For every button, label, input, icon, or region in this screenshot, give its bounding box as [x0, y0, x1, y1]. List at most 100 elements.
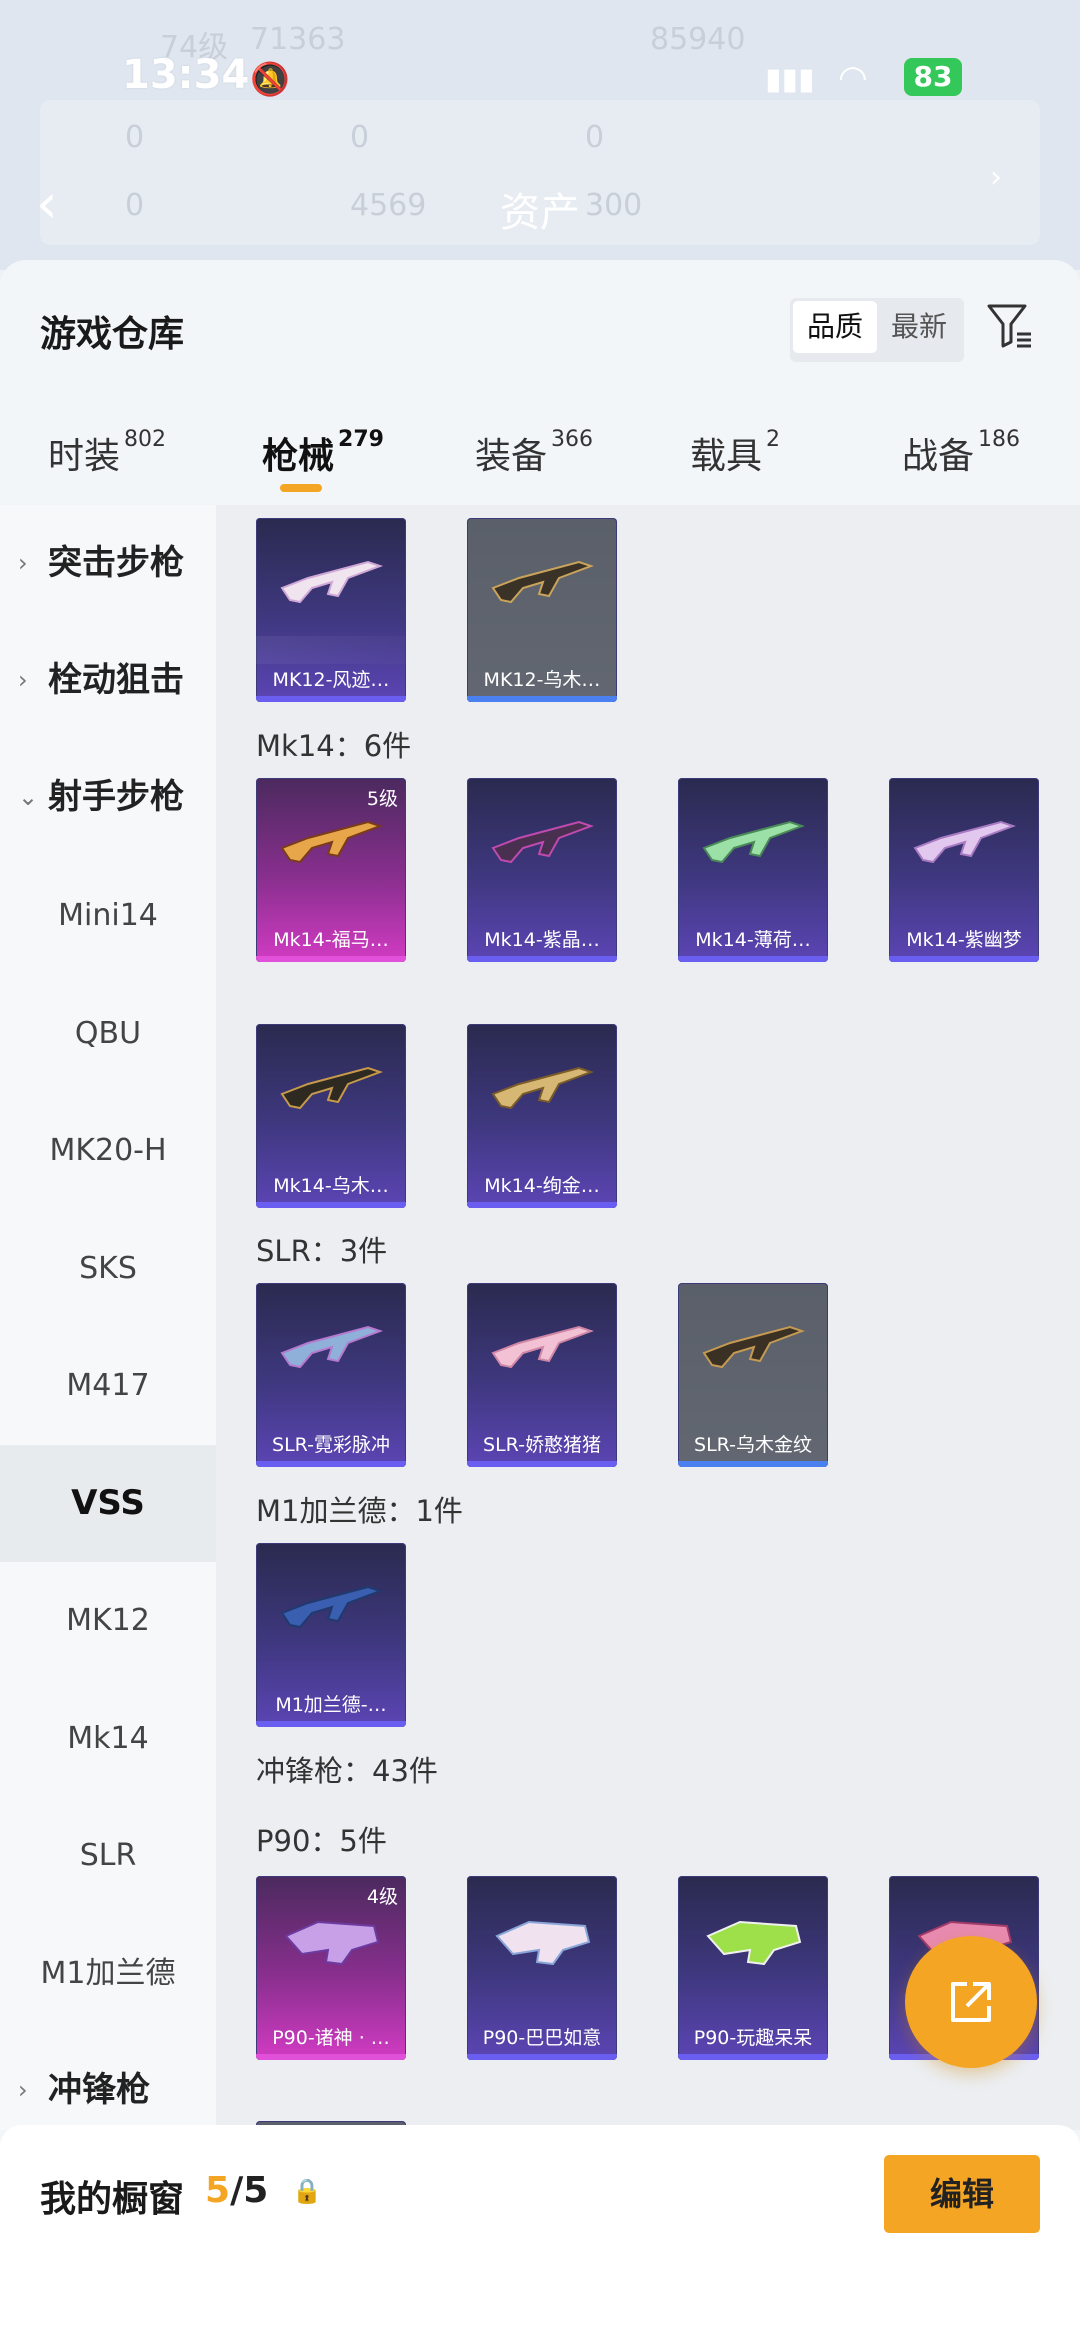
- sidebar-item-m417[interactable]: M417: [0, 1327, 216, 1444]
- weapon-card[interactable]: MK12-乌木…: [467, 518, 617, 702]
- weapon-card[interactable]: Mk14-紫幽梦: [889, 778, 1039, 962]
- group-title-slr: SLR：3件: [256, 1234, 388, 1268]
- showcase-count-total: /5: [230, 2170, 269, 2211]
- showcase-count: 5/5: [205, 2170, 268, 2211]
- weapon-card[interactable]: P90-巴巴如意: [467, 1876, 617, 2060]
- showcase-count-current: 5: [205, 2170, 231, 2211]
- quality-bar: [256, 696, 406, 702]
- weapon-name: MK12-乌木…: [483, 669, 601, 691]
- quality-bar: [256, 2054, 406, 2060]
- tab-vehicles[interactable]: 载具 2: [690, 427, 780, 479]
- sort-newest[interactable]: 最新: [877, 301, 961, 353]
- rifle-icon: [702, 1325, 805, 1369]
- sidebar-item-mk20h[interactable]: MK20-H: [0, 1092, 216, 1209]
- chevron-right-icon: ›: [990, 160, 1002, 195]
- showcase-title: 我的橱窗: [40, 2179, 185, 2220]
- weapon-name: P90-诸神 · …: [272, 2027, 390, 2049]
- bg-n5: 4569: [350, 188, 427, 223]
- level-badge: 5级: [366, 788, 398, 810]
- sidebar-item-assault-rifle[interactable]: › 突击步枪: [0, 505, 216, 622]
- bg-page-title: 资产: [500, 190, 580, 236]
- weapon-card[interactable]: SLR-娇憨猪猪: [467, 1283, 617, 1467]
- quality-bar: [678, 956, 828, 962]
- sidebar-item-sks[interactable]: SKS: [0, 1210, 216, 1327]
- tab-fashion[interactable]: 时装 802: [48, 427, 166, 479]
- weapon-name: Mk14-紫幽梦: [906, 929, 1022, 951]
- rifle-icon: [491, 820, 594, 864]
- group-title-p90: P90：5件: [256, 1824, 387, 1858]
- rifle-icon: [491, 1066, 594, 1110]
- sidebar-item-bolt-sniper[interactable]: › 栓动狙击: [0, 622, 216, 739]
- weapon-sidebar: › 突击步枪 › 栓动狙击 ⌄ 射手步枪 Mini14 QBU MK20-H SKS …: [0, 505, 216, 2130]
- weapon-name: Mk14-绚金…: [484, 1175, 600, 1197]
- weapon-card[interactable]: Mk14-紫晶…: [467, 778, 617, 962]
- weapon-name: P90-巴巴如意: [482, 2027, 602, 2049]
- rifle-icon: [491, 1325, 594, 1369]
- status-bar: 13:34 🔕 ▮▮▮ ◠ 83: [0, 48, 1080, 108]
- weapon-card[interactable]: 5级 Mk14-福马…: [256, 778, 406, 962]
- showcase-footer: 我的橱窗 5/5 🔒 编辑: [0, 2125, 1080, 2347]
- back-chevron-icon[interactable]: ‹: [36, 172, 58, 235]
- rifle-icon: [280, 1585, 383, 1629]
- rifle-icon: [702, 820, 805, 864]
- sort-toggle: 品质 最新: [790, 298, 964, 362]
- weapon-grid: MK12-风迹… MK12-乌木… Mk14：6件 5级 Mk14-福马… Mk…: [216, 505, 1080, 2141]
- tab-equipment[interactable]: 装备 366: [475, 427, 593, 479]
- status-time: 13:34: [122, 52, 250, 98]
- chevron-right-icon: ›: [18, 549, 28, 577]
- weapon-card[interactable]: MK12-风迹…: [256, 518, 406, 702]
- weapon-name: M1加兰德-…: [275, 1694, 387, 1716]
- category-tabs: 时装 802 枪械 279 装备 366 载具 2 战备 186: [0, 405, 1080, 495]
- weapon-card[interactable]: Mk14-乌木…: [256, 1024, 406, 1208]
- weapon-card[interactable]: M1加兰德-…: [256, 1543, 406, 1727]
- quality-bar: [256, 1721, 406, 1727]
- smg-icon: [706, 1920, 802, 1966]
- sidebar-item-mini14[interactable]: Mini14: [0, 857, 216, 974]
- weapon-name: SLR-霓彩脉冲: [272, 1434, 390, 1456]
- sidebar-item-dmr[interactable]: ⌄ 射手步枪: [0, 739, 216, 856]
- weapon-card[interactable]: Mk14-薄荷…: [678, 778, 828, 962]
- quality-bar: [889, 956, 1039, 962]
- weapon-card[interactable]: SLR-霓彩脉冲: [256, 1283, 406, 1467]
- edit-button[interactable]: 编辑: [884, 2155, 1040, 2233]
- quality-bar: [678, 2054, 828, 2060]
- rifle-icon: [280, 820, 383, 864]
- tab-guns[interactable]: 枪械 279: [262, 427, 384, 479]
- bg-n2: 0: [350, 120, 370, 155]
- share-external-icon: [951, 1982, 991, 2022]
- sidebar-item-vss[interactable]: VSS: [0, 1445, 216, 1562]
- lock-icon: 🔒: [292, 2177, 322, 2205]
- chevron-down-icon: ⌄: [18, 783, 39, 811]
- panel-title: 游戏仓库: [40, 314, 185, 355]
- group-title-mk14: Mk14：6件: [256, 729, 412, 763]
- share-button[interactable]: [905, 1936, 1037, 2068]
- chevron-right-icon: ›: [18, 666, 28, 694]
- weapon-name: Mk14-乌木…: [273, 1175, 389, 1197]
- quality-bar: [467, 2054, 617, 2060]
- rifle-icon: [913, 820, 1016, 864]
- bg-n6: 300: [585, 188, 643, 223]
- sidebar-item-m1-garand[interactable]: M1加兰德: [0, 1915, 216, 2032]
- weapon-card[interactable]: 4级 P90-诸神 · …: [256, 1876, 406, 2060]
- sidebar-item-mk12[interactable]: MK12: [0, 1562, 216, 1679]
- battery-indicator: 83: [904, 58, 962, 96]
- weapon-name: SLR-乌木金纹: [694, 1434, 812, 1456]
- bg-n3: 0: [585, 120, 605, 155]
- sort-quality[interactable]: 品质: [793, 301, 877, 353]
- tab-supplies[interactable]: 战备 186: [902, 427, 1020, 479]
- quality-bar: [467, 1202, 617, 1208]
- bg-n1: 0: [125, 120, 145, 155]
- filter-icon[interactable]: [985, 300, 1035, 350]
- weapon-card[interactable]: SLR-乌木金纹: [678, 1283, 828, 1467]
- weapon-card[interactable]: P90-玩趣呆呆: [678, 1876, 828, 2060]
- sidebar-item-qbu[interactable]: QBU: [0, 975, 216, 1092]
- quality-bar: [467, 696, 617, 702]
- sidebar-item-slr[interactable]: SLR: [0, 1797, 216, 1914]
- group-title-m1: M1加兰德：1件: [256, 1494, 463, 1528]
- sidebar-item-mk14[interactable]: Mk14: [0, 1680, 216, 1797]
- quality-bar: [467, 956, 617, 962]
- weapon-card[interactable]: Mk14-绚金…: [467, 1024, 617, 1208]
- weapon-name: MK12-风迹…: [272, 669, 390, 691]
- weapon-name: Mk14-薄荷…: [695, 929, 811, 951]
- wifi-icon: ◠: [838, 58, 868, 98]
